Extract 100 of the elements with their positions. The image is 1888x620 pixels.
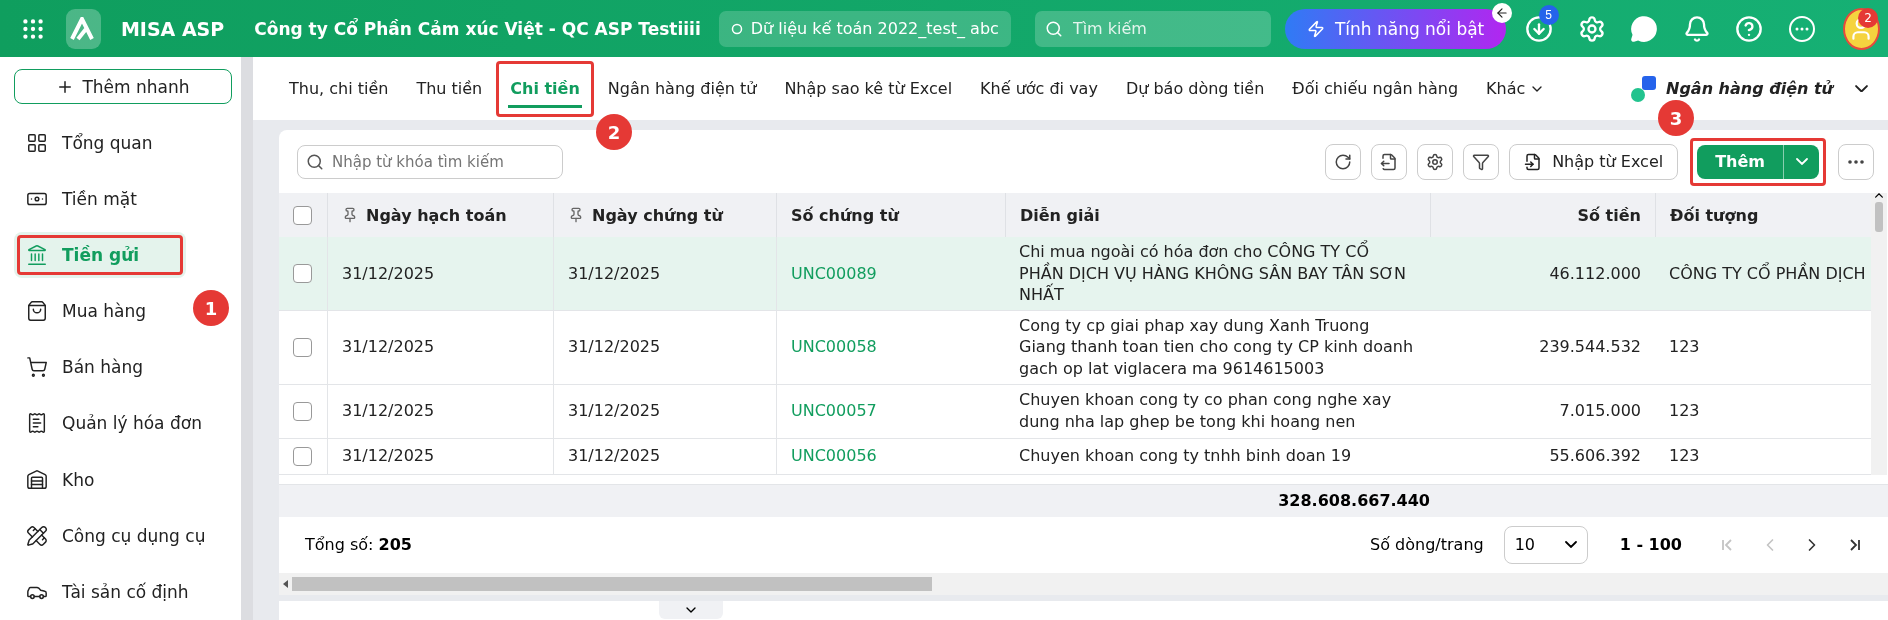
add-button[interactable]: Thêm	[1697, 144, 1783, 179]
lightning-icon	[1306, 19, 1325, 38]
column-header[interactable]: Đối tượng	[1655, 193, 1871, 237]
sidebar-item[interactable]: Quản lý hóa đơn	[14, 400, 214, 447]
table-cell: 31/12/2025	[342, 262, 435, 285]
sidebar-item[interactable]: Mua hàng	[14, 287, 186, 335]
search-input[interactable]: Tìm kiếm	[1070, 18, 1261, 39]
table-cell: 31/12/2025	[342, 336, 435, 358]
download-button[interactable]: 5	[1520, 6, 1559, 51]
receipt-icon	[26, 412, 48, 435]
more-icon	[1848, 159, 1864, 164]
filter-button[interactable]	[1463, 143, 1500, 180]
chat-icon	[1630, 14, 1659, 43]
checkbox[interactable]	[293, 401, 312, 421]
feature-button[interactable]: Tính năng nổi bật	[1284, 8, 1507, 49]
table-cell: 55.606.392	[1549, 445, 1641, 467]
table-cell-text: Cong ty cp giai phap xay dung Xanh Truong Giang thanh toan tien cho cong ty CP kinh doanh gach op lat viglacera ma 9614615003	[1019, 314, 1415, 380]
cart-icon	[26, 356, 48, 379]
table-cell: 123	[1669, 445, 1700, 467]
sidebar-item[interactable]: Bán hàng	[14, 344, 186, 391]
bank-icon	[26, 243, 48, 266]
pin-icon[interactable]	[568, 207, 584, 223]
export-button[interactable]	[1371, 143, 1408, 180]
sidebar-item[interactable]: Tiền mặt	[14, 175, 186, 222]
table-cell-text: Chuyen khoan cong ty co phan cong nghe xay dung nha lap ghep be tong khi hoang nen	[1019, 389, 1393, 433]
refresh-icon	[1334, 152, 1353, 171]
search-field[interactable]: Nhập từ khóa tìm kiếm	[297, 144, 563, 179]
file-export-icon	[1380, 152, 1399, 171]
filter-icon	[1472, 152, 1491, 171]
table-cell: 46.112.000	[1549, 262, 1641, 285]
search-field[interactable]: Tìm kiếm	[1034, 10, 1271, 47]
sidebar-item[interactable]: Công cụ dụng cụ	[14, 512, 218, 559]
settings-button[interactable]	[1417, 143, 1454, 180]
checkbox[interactable]	[293, 337, 312, 357]
table-cell: CÔNG TY CỔ PHẦN DỊCH	[1669, 262, 1866, 285]
tab[interactable]: Thu tiền	[402, 60, 497, 117]
bank-logo-icon	[1630, 73, 1658, 104]
chevron-down-icon	[1795, 157, 1808, 166]
column-header[interactable]: Ngày chứng từ	[553, 193, 776, 237]
tab[interactable]: Thu, chi tiền	[275, 60, 403, 117]
sidebar-item[interactable]: Tổng quan	[14, 119, 186, 166]
document-link[interactable]: UNC00058	[791, 336, 877, 358]
chevron-up-icon	[1875, 193, 1883, 198]
dropdown-button[interactable]	[1783, 144, 1819, 179]
table-cell: 31/12/2025	[568, 262, 661, 285]
column-header[interactable]: Số tiền	[1430, 193, 1655, 237]
column-header[interactable]: Số chứng từ	[776, 193, 1005, 237]
expand-handle[interactable]	[659, 600, 723, 619]
ruler-pencil-icon	[26, 524, 48, 547]
document-link[interactable]: UNC00057	[791, 400, 877, 422]
user-avatar[interactable]: 2	[1842, 7, 1880, 50]
page-size-select[interactable]: 10	[1503, 525, 1588, 564]
chevron-down-icon	[1855, 84, 1868, 93]
chevron-down-icon	[1564, 540, 1577, 549]
notification-badge: 5	[1538, 4, 1559, 25]
tab[interactable]: Chi tiền	[496, 60, 594, 117]
import-excel-button[interactable]: Nhập từ Excel	[1509, 143, 1679, 180]
checkbox[interactable]	[293, 263, 312, 283]
tab[interactable]: Khế ước đi vay	[966, 60, 1112, 117]
pin-icon[interactable]	[342, 207, 358, 223]
total-count: Tổng số: 205	[305, 535, 412, 555]
warehouse-icon	[26, 468, 48, 491]
table-cell: 31/12/2025	[342, 400, 435, 422]
quick-add-button[interactable]: Thêm nhanh	[14, 69, 232, 105]
horizontal-scrollbar[interactable]	[279, 572, 1888, 595]
refresh-button[interactable]	[1325, 143, 1362, 180]
column-header[interactable]: Diễn giải	[1005, 193, 1430, 237]
page-size-label: Số dòng/trang	[1370, 535, 1484, 555]
app-name: MISA ASP	[120, 17, 225, 40]
settings-icon	[1577, 14, 1606, 43]
search-icon	[306, 152, 324, 171]
table-cell: 31/12/2025	[342, 445, 435, 467]
tab[interactable]: Dự báo dòng tiền	[1111, 60, 1279, 117]
sidebar-item[interactable]: Kho	[14, 456, 186, 503]
more-icon	[1787, 14, 1816, 43]
settings-icon	[1426, 152, 1445, 171]
tab[interactable]: Ngân hàng điện tử	[593, 60, 771, 117]
table-cell: 31/12/2025	[568, 400, 661, 422]
tab[interactable]: Đối chiếu ngân hàng	[1278, 60, 1473, 117]
document-link[interactable]: UNC00056	[791, 445, 877, 467]
grid-icon	[26, 131, 48, 154]
table-cell: 123	[1669, 336, 1700, 358]
tab[interactable]: Khác	[1472, 60, 1560, 117]
tab[interactable]: Nhập sao kê từ Excel	[770, 60, 967, 117]
search-icon	[1044, 19, 1063, 38]
company-name: Công ty Cổ Phần Cảm xúc Việt - QC ASP Testiiii	[254, 18, 701, 39]
arrow-left-icon[interactable]	[1492, 2, 1513, 23]
circle-icon	[730, 22, 743, 35]
page-range: 1 - 100	[1619, 535, 1682, 555]
checkbox[interactable]	[293, 205, 312, 225]
checkbox[interactable]	[293, 446, 312, 466]
table-cell: 7.015.000	[1559, 400, 1641, 422]
arrow-left-icon	[283, 579, 288, 588]
bag-icon	[26, 300, 48, 323]
table-cell: 123	[1669, 400, 1700, 422]
sidebar-item[interactable]: Tài sản cố định	[14, 568, 201, 615]
scrollbar-thumb[interactable]	[1875, 201, 1883, 232]
more-button[interactable]	[1838, 143, 1874, 180]
column-header[interactable]: Ngày hạch toán	[327, 193, 553, 237]
vertical-scrollbar[interactable]	[1871, 193, 1887, 475]
